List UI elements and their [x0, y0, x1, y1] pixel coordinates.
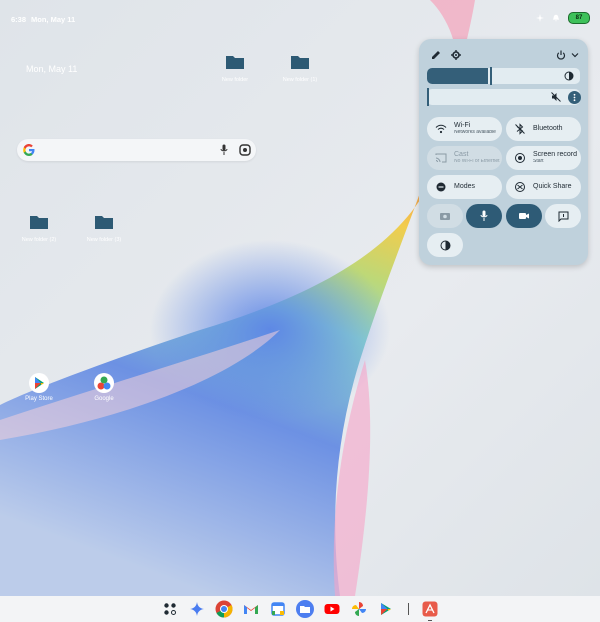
modes-icon — [436, 182, 446, 192]
tile-quick-share[interactable]: Quick Share — [506, 175, 581, 199]
youtube-icon — [324, 604, 340, 614]
tile-modes[interactable]: Modes — [427, 175, 502, 199]
files-icon — [296, 600, 314, 618]
chrome-icon — [215, 600, 233, 618]
tile-screen-record[interactable]: Screen record Start — [506, 146, 581, 170]
folder-new-folder-2[interactable]: New folder (2) — [9, 215, 69, 243]
color-inversion-icon — [440, 240, 450, 250]
folder-label: New folder (3) — [86, 237, 122, 243]
gemini-icon — [190, 602, 204, 616]
dock-gemini[interactable] — [188, 600, 206, 618]
brightness-handle[interactable] — [490, 67, 492, 85]
folder-icon — [291, 56, 309, 69]
gmail-icon — [244, 605, 258, 614]
video-camera-icon — [519, 213, 529, 219]
tile-feedback[interactable] — [545, 204, 581, 228]
volume-off-icon — [551, 92, 561, 102]
folder-new-folder-3[interactable]: New folder (3) — [74, 215, 134, 243]
recent-app-icon — [422, 601, 438, 617]
dock-files[interactable] — [296, 600, 314, 618]
tile-camera[interactable] — [506, 204, 542, 228]
folder-icon — [226, 56, 244, 69]
tile-label: Modes — [454, 183, 476, 191]
tile-microphone[interactable] — [466, 204, 502, 228]
brightness-slider[interactable] — [427, 67, 580, 85]
folder-label: New folder (2) — [21, 237, 57, 243]
bluetooth-off-icon — [515, 123, 525, 135]
tile-wifi[interactable]: Wi-Fi Networks available — [427, 117, 502, 141]
brightness-fill — [427, 68, 488, 84]
app-label: Google — [94, 396, 114, 402]
tile-sublabel: Start — [533, 159, 544, 165]
quick-share-icon — [515, 182, 525, 192]
camera-icon — [440, 213, 450, 220]
taskbar — [0, 596, 600, 622]
date-widget[interactable]: Mon, May 11 — [26, 64, 77, 74]
chevron-down-icon[interactable] — [570, 50, 580, 60]
google-search-bar[interactable] — [17, 139, 256, 161]
tile-bluetooth[interactable]: Bluetooth — [506, 117, 581, 141]
folder-icon — [95, 216, 113, 229]
dock-chrome[interactable] — [215, 600, 233, 618]
more-vertical-icon — [573, 93, 576, 102]
sparkle-icon — [536, 14, 544, 22]
dock-photos[interactable] — [350, 600, 368, 618]
battery-level: 87 — [575, 15, 583, 21]
settings-gear-icon[interactable] — [451, 50, 461, 60]
bell-icon — [552, 14, 560, 22]
app-google[interactable]: Google — [79, 373, 129, 402]
dock-play-store[interactable] — [377, 600, 395, 618]
quick-settings-panel: Wi-Fi Networks available Bluetooth Cast No… — [419, 39, 588, 265]
running-indicator — [428, 619, 432, 621]
power-icon[interactable] — [556, 50, 566, 60]
tile-label: Quick Share — [533, 183, 572, 191]
dock-separator — [407, 603, 409, 615]
app-play-store[interactable]: Play Store — [14, 373, 64, 402]
tile-label: Bluetooth — [533, 125, 563, 133]
tile-label: Wi-Fi — [454, 122, 471, 130]
tile-label: Screen record — [533, 151, 577, 159]
google-g-icon — [23, 144, 35, 156]
app-drawer-button[interactable] — [161, 600, 179, 618]
microphone-icon — [480, 210, 488, 221]
status-time: 6:38 — [11, 15, 27, 24]
google-folder-icon — [94, 373, 114, 393]
dock-recent-app[interactable] — [421, 600, 439, 621]
dock-youtube[interactable] — [323, 600, 341, 618]
apps-grid-icon — [164, 603, 176, 615]
cast-icon — [435, 153, 447, 163]
battery-indicator: 87 — [568, 12, 590, 24]
edit-icon[interactable] — [431, 50, 441, 60]
tile-sublabel: No Wi-Fi or Ethernet — [454, 159, 500, 165]
calendar-icon — [271, 602, 285, 616]
photos-icon — [352, 602, 366, 616]
folder-icon — [30, 216, 48, 229]
folder-label: New folder — [221, 77, 249, 83]
tile-cast[interactable]: Cast No Wi-Fi or Ethernet — [427, 146, 502, 170]
google-lens-icon[interactable] — [239, 144, 251, 156]
play-store-icon — [29, 373, 49, 393]
folder-new-folder-1[interactable]: New folder (1) — [270, 55, 330, 83]
wifi-icon — [435, 124, 447, 134]
feedback-icon — [558, 211, 568, 222]
volume-handle[interactable] — [427, 88, 429, 106]
microphone-icon[interactable] — [220, 144, 228, 156]
tile-color-inversion[interactable] — [427, 233, 463, 257]
dock-gmail[interactable] — [242, 600, 260, 618]
folder-label: New folder (1) — [282, 77, 318, 83]
dock-calendar[interactable] — [269, 600, 287, 618]
brightness-icon — [564, 71, 574, 81]
volume-slider[interactable] — [427, 88, 580, 106]
folder-new-folder[interactable]: New folder — [205, 55, 265, 83]
app-label: Play Store — [25, 396, 53, 402]
tile-label: Cast — [454, 151, 469, 159]
status-bar: 6:38 Mon, May 11 87 — [0, 0, 600, 38]
tile-camera-off[interactable] — [427, 204, 463, 228]
play-store-icon — [381, 603, 391, 615]
status-icons: 87 — [536, 12, 590, 24]
status-date: Mon, May 11 — [31, 15, 76, 24]
screen-record-icon — [515, 153, 525, 163]
volume-options-button[interactable] — [568, 91, 581, 104]
tile-sublabel: Networks available — [454, 130, 496, 136]
